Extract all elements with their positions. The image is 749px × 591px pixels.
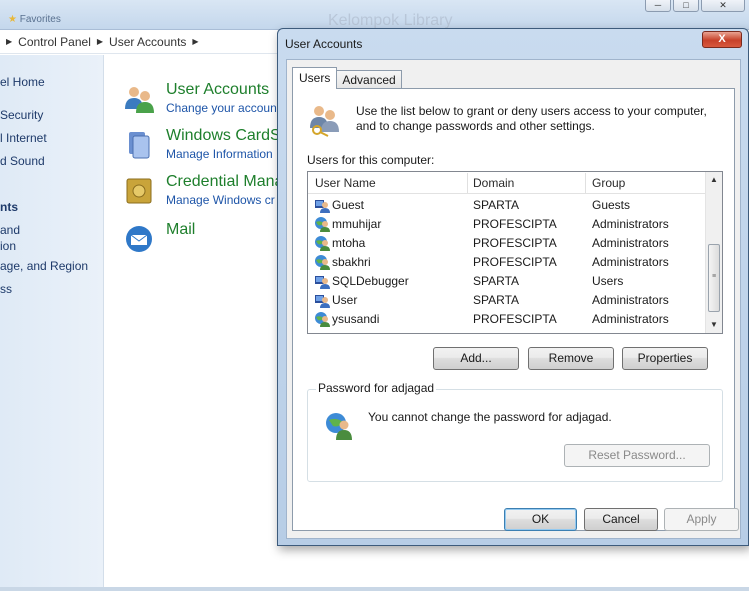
tab-users[interactable]: Users [292, 67, 338, 89]
star-icon: ★ [8, 14, 17, 25]
column-divider[interactable] [585, 173, 586, 193]
scrollbar-thumb[interactable]: ≡ [708, 244, 720, 312]
close-window-button[interactable]: ✕ [701, 0, 745, 12]
group-cell: Administrators [592, 217, 669, 231]
explorer-title-bar: ★ Favorites Kelompok Library ─ □ ✕ [0, 0, 749, 30]
nav-sound[interactable]: d Sound [0, 154, 45, 168]
table-row[interactable]: Guest SPARTA Guests [308, 196, 706, 215]
add-user-button[interactable]: Add... [433, 347, 519, 370]
cardspace-icon [129, 132, 150, 159]
domain-cell: SPARTA [473, 198, 520, 212]
user-name-cell: ysusandi [332, 312, 380, 326]
domain-user-icon [314, 216, 330, 232]
local-user-icon [314, 273, 330, 289]
password-message: You cannot change the password for adjag… [368, 410, 612, 424]
column-header-user-name[interactable]: User Name [315, 176, 376, 190]
local-user-icon [314, 197, 330, 213]
dialog-close-button[interactable]: X [702, 31, 742, 48]
chevron-right-icon[interactable]: ▶ [97, 37, 103, 46]
tab-strip: Users Advanced [292, 67, 402, 89]
users-tab-panel: Use the list below to grant or deny user… [292, 88, 735, 531]
domain-cell: SPARTA [473, 293, 520, 307]
domain-user-icon [314, 311, 330, 327]
nav-clock-language-region[interactable]: age, and Region [0, 259, 88, 273]
group-cell: Guests [592, 198, 631, 212]
table-row[interactable]: ysusandi PROFESCIPTA Administrators [308, 310, 706, 329]
table-row[interactable]: SQLDebugger SPARTA Users [308, 272, 706, 291]
nav-internet[interactable]: l Internet [0, 131, 47, 145]
user-name-cell: SQLDebugger [332, 274, 409, 288]
domain-cell: SPARTA [473, 274, 520, 288]
group-cell: Administrators [592, 293, 669, 307]
user-name-cell: Guest [332, 198, 365, 212]
nav-security[interactable]: Security [0, 108, 43, 122]
tab-advanced[interactable]: Advanced [336, 70, 402, 89]
user-name-cell: User [332, 293, 358, 307]
cancel-button[interactable]: Cancel [584, 508, 658, 531]
group-cell: Administrators [592, 312, 669, 326]
apply-button[interactable]: Apply [664, 508, 739, 531]
minimize-button[interactable]: ─ [645, 0, 671, 12]
grip-icon: ≡ [712, 273, 717, 280]
vault-icon [126, 178, 152, 204]
table-row[interactable]: sbakhri PROFESCIPTA Administrators [308, 253, 706, 272]
users-icon [125, 87, 154, 113]
table-row[interactable]: mtoha PROFESCIPTA Administrators [308, 234, 706, 253]
window-bottom-border [0, 587, 749, 591]
remove-user-button[interactable]: Remove [528, 347, 614, 370]
nav-personalization[interactable]: ion [0, 239, 16, 253]
domain-cell: PROFESCIPTA [473, 255, 557, 269]
nav-control-panel-home[interactable]: el Home [0, 75, 45, 89]
column-header-group[interactable]: Group [592, 176, 625, 190]
table-row[interactable]: User SPARTA Administrators [308, 291, 706, 310]
window-controls: ─ □ ✕ [645, 0, 745, 12]
breadcrumb-user-accounts[interactable]: User Accounts [109, 35, 186, 49]
breadcrumb-control-panel[interactable]: Control Panel [18, 35, 91, 49]
reset-password-button[interactable]: Reset Password... [564, 444, 710, 467]
scroll-up-arrow-icon[interactable]: ▲ [706, 172, 722, 188]
group-cell: Administrators [592, 236, 669, 250]
table-row[interactable]: mmuhijar PROFESCIPTA Administrators [308, 215, 706, 234]
password-group-legend: Password for adjagad [316, 381, 437, 395]
user-accounts-dialog: User Accounts X Users Advanced Use the l… [277, 28, 749, 546]
dialog-body: Users Advanced Use the list below to gra… [286, 59, 741, 539]
favorites-link[interactable]: ★ Favorites [8, 14, 61, 25]
domain-user-icon [314, 254, 330, 270]
left-navigation: el Home Security l Internet d Sound nts … [0, 55, 104, 587]
intro-text: Use the list below to grant or deny user… [356, 104, 707, 133]
domain-cell: PROFESCIPTA [473, 217, 557, 231]
domain-cell: PROFESCIPTA [473, 312, 557, 326]
users-list-label: Users for this computer: [307, 153, 435, 167]
scroll-down-arrow-icon[interactable]: ▼ [706, 317, 722, 333]
group-cell: Administrators [592, 255, 669, 269]
ok-button[interactable]: OK [504, 508, 577, 531]
user-name-cell: mmuhijar [332, 217, 382, 231]
domain-user-icon [314, 235, 330, 251]
column-header-domain[interactable]: Domain [473, 176, 514, 190]
users-keys-icon [310, 106, 339, 137]
user-name-cell: mtoha [332, 236, 366, 250]
chevron-right-icon[interactable]: ▶ [192, 37, 198, 46]
nav-appearance[interactable]: and [0, 223, 20, 237]
column-divider[interactable] [467, 173, 468, 193]
properties-button[interactable]: Properties [622, 347, 708, 370]
users-list[interactable]: User Name Domain Group Guest SPARTA Guests… [307, 171, 723, 334]
chevron-right-icon: ▶ [6, 37, 13, 46]
password-group: Password for adjagad You cannot change t… [307, 381, 723, 482]
nav-ease-of-access[interactable]: ss [0, 282, 12, 296]
domain-user-icon [326, 413, 352, 440]
nav-user-accounts[interactable]: nts [0, 200, 18, 214]
users-list-header: User Name Domain Group [308, 172, 706, 194]
users-list-scrollbar[interactable]: ▲ ≡ ▼ [705, 172, 722, 333]
mail-icon [126, 226, 152, 252]
local-user-icon [314, 292, 330, 308]
user-name-cell: sbakhri [332, 255, 371, 269]
domain-cell: PROFESCIPTA [473, 236, 557, 250]
maximize-button[interactable]: □ [673, 0, 699, 12]
dialog-title: User Accounts [285, 37, 363, 51]
group-cell: Users [592, 274, 624, 288]
